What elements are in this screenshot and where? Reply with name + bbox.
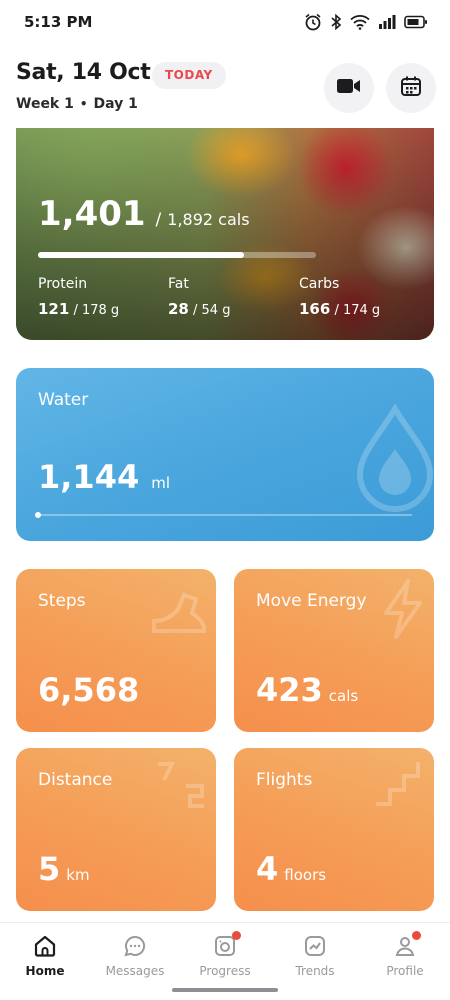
today-badge[interactable]: TODAY [152,62,226,89]
week-label: Week 1 [16,96,74,112]
nav-item-trends[interactable]: Trends [270,923,360,1000]
water-progress-bar [35,512,412,518]
flights-label: Flights [256,770,313,790]
move-energy-value-line: 423 cals [256,671,358,709]
steps-value: 6,568 [38,671,140,709]
wifi-icon [350,14,370,30]
nav-item-profile[interactable]: Profile [360,923,450,1000]
video-button[interactable] [324,63,374,113]
nutrition-content: 1,401 / 1,892 cals Protein 121 / 178 g F… [16,128,434,340]
notification-dot [412,931,421,940]
macro-value-line: 28 / 54 g [168,300,230,318]
flights-value-line: 4 floors [256,850,326,888]
water-value-line: 1,144 ml [38,458,170,496]
water-unit: ml [151,474,170,492]
nav-label: Trends [295,964,335,978]
status-bar: 5:13 PM [0,0,450,44]
distance-label: Distance [38,770,113,790]
notification-dot [232,931,241,940]
water-drop-icon [350,403,434,518]
header: Sat, 14 Oct TODAY Week 1 • Day 1 [0,54,450,124]
macro-name: Fat [168,276,189,292]
macro-name: Carbs [299,276,340,292]
macro-carbs: Carbs 166 / 174 g [299,276,380,318]
trends-icon [302,933,328,959]
distance-card[interactable]: Distance 5 km [16,748,216,911]
calories-target: 1,892 cals [167,210,250,229]
distance-value-line: 5 km [38,850,90,888]
macro-fat: Fat 28 / 54 g [168,276,230,318]
calendar-button[interactable] [386,63,436,113]
water-value: 1,144 [38,458,140,496]
macro-value: 166 [299,300,331,318]
nutrition-card[interactable]: 1,401 / 1,892 cals Protein 121 / 178 g F… [16,128,434,340]
macro-value: 28 [168,300,189,318]
nav-label: Messages [105,964,165,978]
move-energy-value: 423 [256,671,323,709]
calories-progress-fill [38,252,244,258]
calories-consumed: 1,401 [38,194,146,234]
calories-line: 1,401 / 1,892 cals [38,194,250,234]
battery-icon [404,15,428,29]
steps-value-line: 6,568 [38,671,139,709]
flights-card[interactable]: Flights 4 floors [234,748,434,911]
water-label: Water [38,390,89,410]
bluetooth-icon [330,13,342,31]
flights-unit: floors [284,866,327,884]
macro-target: / 54 g [193,303,231,318]
move-energy-label: Move Energy [256,591,367,611]
route-icon [150,756,210,820]
water-progress-dot [35,512,41,518]
signal-icon [378,14,396,30]
move-energy-unit: cals [328,687,359,705]
nav-item-home[interactable]: Home [0,923,90,1000]
nav-label: Profile [386,964,424,978]
calendar-icon [400,75,422,101]
macro-target: / 178 g [73,303,120,318]
macro-value: 121 [38,300,70,318]
home-icon [32,933,58,959]
calories-progress-bar [38,252,316,258]
week-day-line: Week 1 • Day 1 [16,96,138,112]
camera-icon [212,931,241,959]
calories-separator: / [155,210,162,230]
flights-value: 4 [256,850,279,888]
macro-name: Protein [38,276,88,292]
day-label: Day 1 [93,96,138,112]
shoe-icon [146,577,210,641]
steps-card[interactable]: Steps 6,568 [16,569,216,732]
macro-value-line: 121 / 178 g [38,300,119,318]
status-time: 5:13 PM [24,13,93,31]
move-energy-card[interactable]: Move Energy 423 cals [234,569,434,732]
water-card[interactable]: Water 1,144 ml [16,368,434,541]
distance-value: 5 [38,850,61,888]
chat-icon [122,933,148,959]
alarm-icon [304,13,322,31]
profile-icon [392,931,421,959]
video-camera-icon [336,77,362,99]
distance-unit: km [66,866,90,884]
home-indicator[interactable] [172,988,278,992]
macro-target: / 174 g [334,303,381,318]
macro-protein: Protein 121 / 178 g [38,276,119,318]
lightning-icon [378,577,428,645]
nav-label: Progress [199,964,251,978]
steps-label: Steps [38,591,86,611]
nav-item-messages[interactable]: Messages [90,923,180,1000]
nav-label: Home [25,964,65,978]
stairs-icon [372,756,428,816]
status-icons [304,13,428,31]
page-title: Sat, 14 Oct [16,60,151,85]
separator-dot: • [79,97,88,111]
macro-value-line: 166 / 174 g [299,300,380,318]
